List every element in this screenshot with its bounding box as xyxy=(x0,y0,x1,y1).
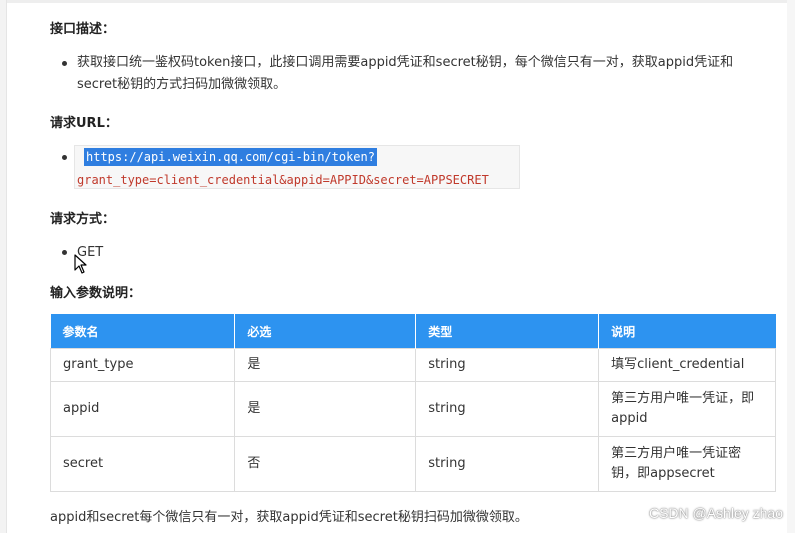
param-type-cell: string xyxy=(415,348,600,382)
top-border xyxy=(0,0,795,3)
bullet-icon xyxy=(62,250,67,255)
bullet-icon xyxy=(62,155,67,160)
param-desc-cell: 第三方用户唯一凭证，即appid xyxy=(598,381,776,437)
mouse-cursor-icon xyxy=(74,254,87,274)
table-header-row: 参数名 必选 类型 说明 xyxy=(50,314,776,349)
request-method-heading: 请求方式： xyxy=(50,212,116,227)
footer-note: appid和secret每个微信只有一对，获取appid凭证和secret秘钥扫… xyxy=(50,510,528,525)
param-required-cell: 是 xyxy=(234,348,417,382)
table-row: secret 否 string 第三方用户唯一凭证密钥，即appsecret xyxy=(49,436,776,492)
param-name-cell: secret xyxy=(49,436,236,492)
column-header: 类型 xyxy=(415,314,600,349)
param-name-cell: grant_type xyxy=(49,348,236,382)
param-required-cell: 是 xyxy=(234,381,417,437)
param-required-cell: 否 xyxy=(234,436,417,492)
table-row: appid 是 string 第三方用户唯一凭证，即appid xyxy=(49,381,776,437)
param-type-cell: string xyxy=(415,381,600,437)
column-header: 必选 xyxy=(234,314,417,349)
request-url-params: grant_type=client_credential&appid=APPID… xyxy=(77,173,489,187)
request-url-link[interactable]: https://api.weixin.qq.com/cgi-bin/token? xyxy=(84,148,377,166)
watermark: CSDN @Ashley zhao xyxy=(648,505,783,521)
left-border xyxy=(0,0,7,533)
right-border xyxy=(787,0,795,533)
interface-desc-heading: 接口描述： xyxy=(50,22,116,37)
bullet-icon xyxy=(62,61,67,66)
column-header: 参数名 xyxy=(50,314,236,349)
param-name-cell: appid xyxy=(49,381,236,437)
params-heading: 输入参数说明： xyxy=(50,286,142,301)
interface-desc-text: 获取接口统一鉴权码token接口，此接口调用需要appid凭证和secret秘钥… xyxy=(77,55,734,92)
column-header: 说明 xyxy=(598,314,776,349)
param-type-cell: string xyxy=(415,436,600,492)
params-table: 参数名 必选 类型 说明 grant_type 是 string 填写clien… xyxy=(49,314,776,492)
param-desc-cell: 第三方用户唯一凭证密钥，即appsecret xyxy=(598,436,776,492)
table-row: grant_type 是 string 填写client_credential xyxy=(49,348,776,382)
param-desc-cell: 填写client_credential xyxy=(598,348,776,382)
request-url-heading: 请求URL： xyxy=(50,116,118,131)
